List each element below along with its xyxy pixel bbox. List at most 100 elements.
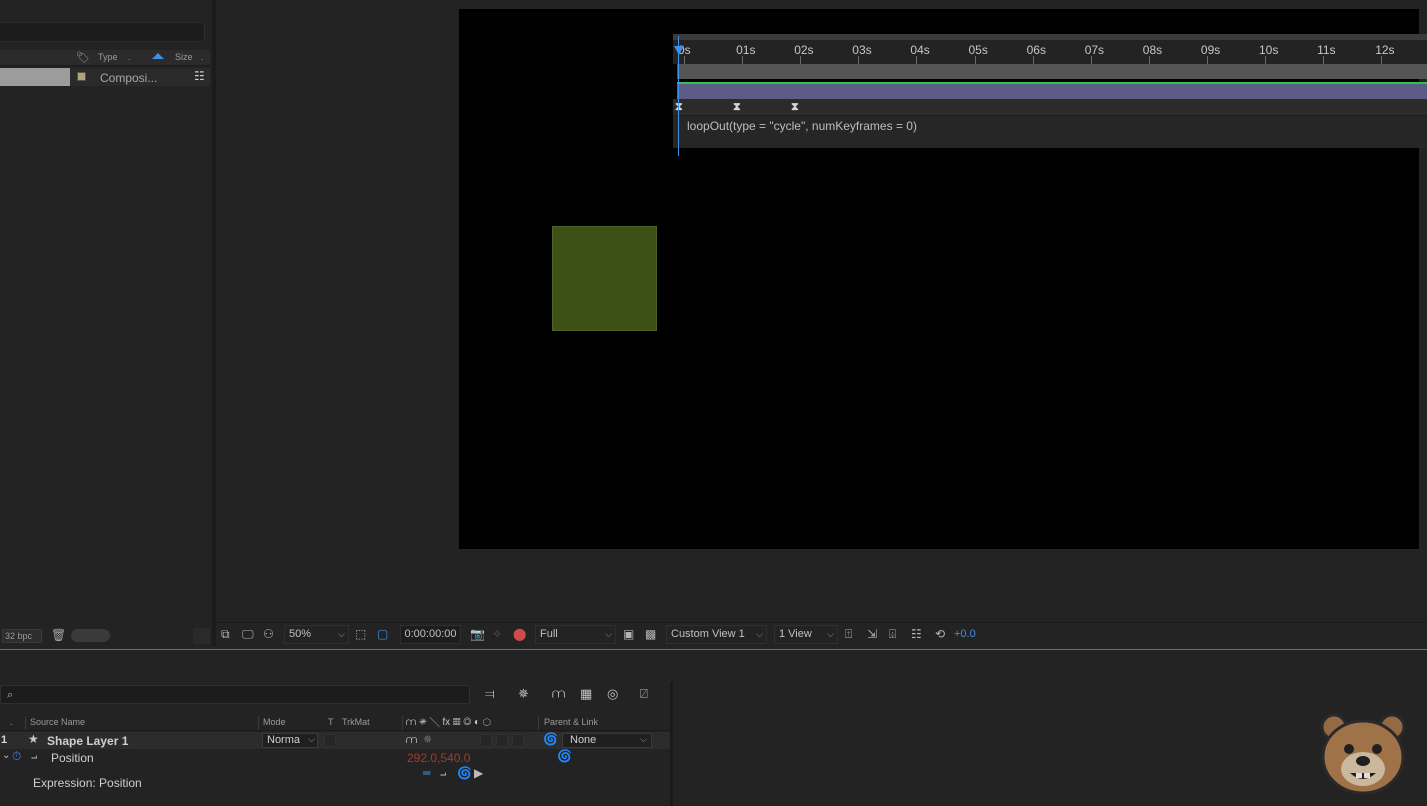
switch-box[interactable]	[480, 734, 492, 747]
parent-pickwhip-icon[interactable]: 🌀	[543, 732, 558, 746]
snapshot-camera-icon[interactable]: 📷	[470, 627, 485, 641]
column-t[interactable]: T	[328, 717, 334, 727]
keyframe-icon[interactable]: ⧗	[733, 100, 741, 114]
ruler-label: 09s	[1200, 43, 1221, 57]
pickwhip-icon[interactable]: 🌀	[557, 749, 572, 763]
show-snapshot-icon[interactable]: ✧	[492, 627, 502, 641]
thumbnail-size-slider[interactable]	[71, 629, 110, 642]
graph-icon[interactable]: ⨼	[31, 749, 37, 763]
timeline-icon[interactable]: ⌹	[889, 627, 896, 641]
time-ruler[interactable]: 0s 01s 02s 03s 04s 05s 06s 07s 08s 09s 10s 11s 12s	[673, 34, 1427, 64]
composition-mini-flowchart-icon[interactable]: ⫤	[485, 687, 495, 702]
zoom-dropdown[interactable]: 50% ⌵	[284, 625, 349, 644]
position-property-row[interactable]: ⌄ ⏱ ⨼ Position 292.0,540.0 🌀	[0, 749, 672, 766]
project-item-name-cell[interactable]	[0, 68, 70, 86]
keyframe-icon[interactable]: ⧗	[791, 100, 799, 114]
bear-mascot-logo	[1320, 713, 1406, 795]
layer-row[interactable]: 1 ★ Shape Layer 1 Norma ⌵ ⩋ ✵ 🌀 None ⌵	[0, 732, 672, 749]
green-square-shape[interactable]	[552, 226, 657, 331]
column-trkmat[interactable]: TrkMat	[342, 717, 370, 727]
flowchart-icon[interactable]: ☷	[911, 627, 922, 641]
column-size-menu[interactable]: .	[201, 52, 204, 62]
graph-editor-icon[interactable]: ⍁	[640, 687, 648, 702]
switch-box[interactable]	[496, 734, 508, 747]
bit-depth-button[interactable]: 32 bpc	[2, 629, 42, 643]
chevron-down-icon: ⌵	[308, 734, 315, 744]
reset-exposure-icon[interactable]: ⟲	[935, 627, 945, 641]
label-tag-icon[interactable]: 🏷	[76, 51, 90, 64]
transparency-grid-icon[interactable]: ▢	[377, 627, 388, 641]
fast-previews-icon[interactable]: ⇲	[867, 627, 877, 641]
switches-icons[interactable]: ⩋ ✵ ╲ fx ▦ ◎ ◐ ⬡	[406, 717, 491, 728]
viewer-toolbar: ⧉ 🖵 ⚇ 50% ⌵ ⬚ ▢ 0:00:00:00 📷 ✧ ⬤ Full ⌵ …	[216, 622, 1427, 646]
twirl-down-icon[interactable]: ⌄	[2, 750, 10, 761]
trash-icon[interactable]: 🗑	[51, 628, 66, 642]
layer-duration-bar[interactable]	[677, 82, 1427, 99]
ruler-tick	[1032, 56, 1034, 64]
project-item-row[interactable]: Composi... ☷	[0, 68, 210, 86]
mask-icon[interactable]: ⚇	[263, 627, 274, 641]
ruler-tick	[1148, 56, 1150, 64]
column-size[interactable]: Size	[175, 52, 193, 62]
parent-dropdown[interactable]: None ⌵	[562, 733, 652, 748]
ruler-tick	[1206, 56, 1208, 64]
blend-mode-dropdown[interactable]: Norma ⌵	[262, 733, 318, 748]
ruler-tick	[800, 56, 802, 64]
fast-preview-icon[interactable]: ▣	[623, 627, 634, 641]
preserve-transparency-box[interactable]	[324, 734, 336, 747]
column-type[interactable]: Type	[98, 52, 118, 62]
color-channels-icon[interactable]: ⬤	[513, 627, 526, 641]
column-source-name[interactable]: Source Name	[30, 717, 85, 727]
monitor-icon[interactable]: 🖵	[242, 627, 254, 641]
column-separator	[402, 716, 403, 730]
flowchart-icon[interactable]: ☷	[194, 69, 205, 83]
expression-code[interactable]: loopOut(type = "cycle", numKeyframes = 0…	[687, 119, 917, 133]
ruler-label: 10s	[1259, 43, 1279, 57]
playhead-handle[interactable]	[674, 46, 684, 55]
column-mode[interactable]: Mode	[263, 717, 286, 727]
frame-blending-icon[interactable]: ▦	[580, 687, 592, 702]
ruler-tick	[742, 56, 744, 64]
column-menu-dot[interactable]: .	[10, 717, 13, 727]
timeline-panel: ⌕ ⫤ ✵ ⩋ ▦ ◎ ⍁ . Source Name Mode T TrkMa…	[0, 650, 1427, 806]
view-dropdown[interactable]: Custom View 1 ⌵	[666, 625, 767, 644]
region-of-interest-icon[interactable]: ⬚	[355, 627, 366, 641]
work-area-bar[interactable]	[673, 34, 1427, 40]
expression-row: Expression: Position	[0, 773, 672, 793]
timeline-column-header: . Source Name Mode T TrkMat ⩋ ✵ ╲ fx ▦ ◎…	[0, 715, 672, 731]
label-color-swatch[interactable]	[77, 72, 86, 81]
ruler-label: 01s	[736, 43, 756, 57]
motion-blur-icon[interactable]: ◎	[607, 687, 618, 702]
sort-ascending-icon[interactable]	[152, 53, 164, 59]
view-layout-dropdown[interactable]: 1 View ⌵	[774, 625, 838, 644]
exposure-value[interactable]: +0.0	[954, 628, 976, 640]
expression-editor[interactable]: loopOut(type = "cycle", numKeyframes = 0…	[673, 116, 1427, 148]
view-value: Custom View 1	[671, 628, 745, 640]
timeline-search-input[interactable]: ⌕	[0, 685, 470, 704]
always-preview-icon[interactable]: ⧉	[221, 627, 230, 641]
switch-box[interactable]	[512, 734, 524, 747]
draft-3d-icon[interactable]: ✵	[518, 687, 529, 702]
work-area-track	[677, 64, 1427, 79]
chevron-down-icon: ⌵	[605, 629, 612, 639]
position-value[interactable]: 292.0,540.0	[407, 751, 470, 765]
hide-shy-layers-icon[interactable]: ⩋	[552, 687, 565, 702]
column-parent-link[interactable]: Parent & Link	[544, 717, 598, 727]
toggle-pixel-aspect-icon[interactable]: ⍐	[845, 627, 852, 641]
ruler-label: 11s	[1317, 43, 1336, 57]
current-time-display[interactable]: 0:00:00:00	[400, 625, 461, 644]
stopwatch-icon[interactable]: ⏱	[12, 749, 21, 764]
search-icon: ⌕	[7, 688, 14, 701]
project-search-input[interactable]	[0, 22, 205, 42]
layer-name[interactable]: Shape Layer 1	[47, 734, 128, 748]
chevron-down-icon: ⌵	[338, 629, 345, 639]
collapse-switch-icon[interactable]: ✵	[423, 733, 432, 746]
timeline-divider[interactable]	[670, 682, 673, 806]
ruler-label: 08s	[1142, 43, 1163, 57]
toggle-transparency-icon[interactable]: ▩	[645, 627, 656, 641]
zoom-value: 50%	[289, 628, 312, 640]
shy-switch-icon[interactable]: ⩋	[406, 733, 417, 747]
resolution-dropdown[interactable]: Full ⌵	[535, 625, 616, 644]
column-type-menu[interactable]: .	[128, 52, 131, 62]
ruler-label: 06s	[1026, 43, 1046, 57]
